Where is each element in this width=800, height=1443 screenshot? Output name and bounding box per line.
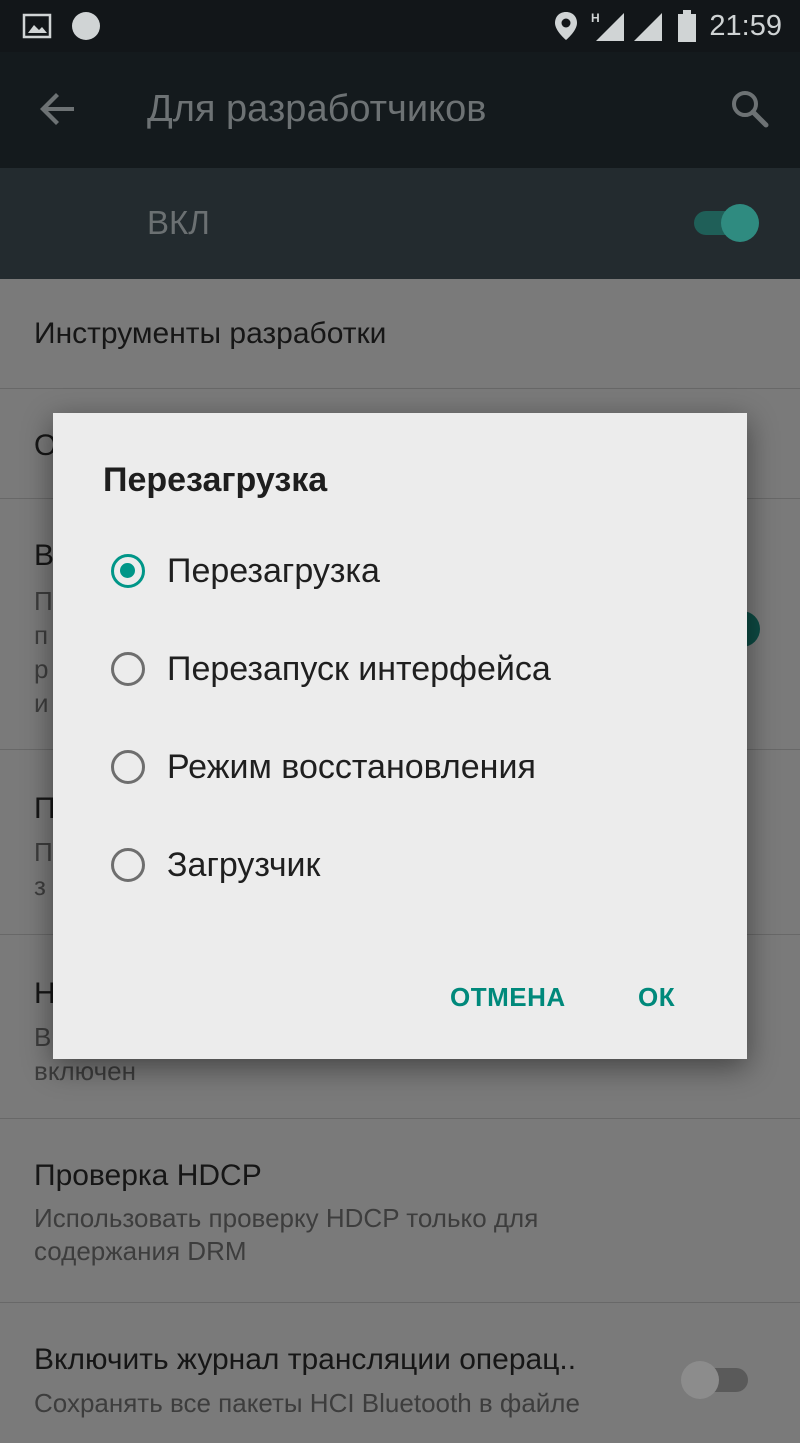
settings-item-subtitle: П (34, 837, 53, 867)
dialog-title: Перезагрузка (103, 461, 328, 499)
location-icon (553, 0, 579, 52)
radio-unchecked-icon[interactable] (111, 848, 145, 882)
signal-h-icon: H (590, 0, 626, 52)
status-time: 21:59 (709, 9, 782, 42)
settings-item-subtitle: содержания DRM (34, 1236, 247, 1266)
option-bootloader[interactable]: Загрузчик (111, 825, 711, 905)
status-bar: H 21:59 (0, 0, 800, 52)
settings-item-title: В (34, 539, 55, 572)
toolbar: Для разработчиков (0, 52, 800, 168)
settings-item-subtitle: Использовать проверку HDCP только для (34, 1203, 539, 1233)
settings-item-title: Включить журнал трансляции операц.. (34, 1343, 577, 1376)
page-title: Для разработчиков (147, 88, 487, 130)
arrow-back-icon[interactable] (34, 85, 82, 133)
option-restart-ui[interactable]: Перезапуск интерфейса (111, 629, 711, 709)
settings-item-subtitle: п (34, 620, 49, 650)
settings-item-subtitle: Сохранять все пакеты HCI Bluetooth в фай… (34, 1388, 580, 1418)
settings-item-subtitle: и (34, 688, 49, 718)
option-reboot[interactable]: Перезагрузка (111, 531, 711, 611)
ok-button[interactable]: ОК (638, 973, 675, 1021)
master-switch-toggle[interactable] (692, 202, 762, 249)
signal-icon (630, 0, 664, 52)
option-recovery[interactable]: Режим восстановления (111, 727, 711, 807)
radio-unchecked-icon[interactable] (111, 750, 145, 784)
image-icon (22, 0, 52, 52)
settings-item-title: Проверка HDCP (34, 1159, 262, 1192)
master-switch-label: ВКЛ (147, 204, 210, 241)
settings-item-subtitle: П (34, 586, 53, 616)
svg-text:H: H (591, 11, 600, 25)
radio-checked-icon[interactable] (111, 554, 145, 588)
settings-item-subtitle: В (34, 1022, 52, 1052)
option-label: Перезапуск интерфейса (167, 649, 551, 688)
search-icon[interactable] (726, 85, 774, 133)
settings-item-subtitle: включен (34, 1056, 136, 1086)
option-label: Режим восстановления (167, 747, 536, 786)
settings-item-subtitle: р (34, 654, 49, 684)
settings-item-hdcp[interactable]: Проверка HDCP Использовать проверку HDCP… (0, 1119, 800, 1303)
option-label: Перезагрузка (167, 551, 380, 590)
cancel-button[interactable]: ОТМЕНА (450, 973, 566, 1021)
settings-item-subtitle: з (34, 871, 46, 901)
option-label: Загрузчик (167, 845, 321, 884)
settings-item-dev-tools[interactable]: Инструменты разработки (0, 279, 800, 389)
master-switch-bar[interactable]: ВКЛ (0, 168, 800, 279)
radio-unchecked-icon[interactable] (111, 652, 145, 686)
circle-notification-icon (70, 0, 102, 52)
settings-item-title: Инструменты разработки (34, 317, 387, 350)
battery-icon (676, 0, 698, 52)
settings-item-bt-log[interactable]: Включить журнал трансляции операц.. Сохр… (0, 1303, 800, 1443)
reboot-dialog: Перезагрузка Перезагрузка Перезапуск инт… (53, 413, 747, 1059)
settings-item-toggle[interactable] (678, 1359, 752, 1406)
